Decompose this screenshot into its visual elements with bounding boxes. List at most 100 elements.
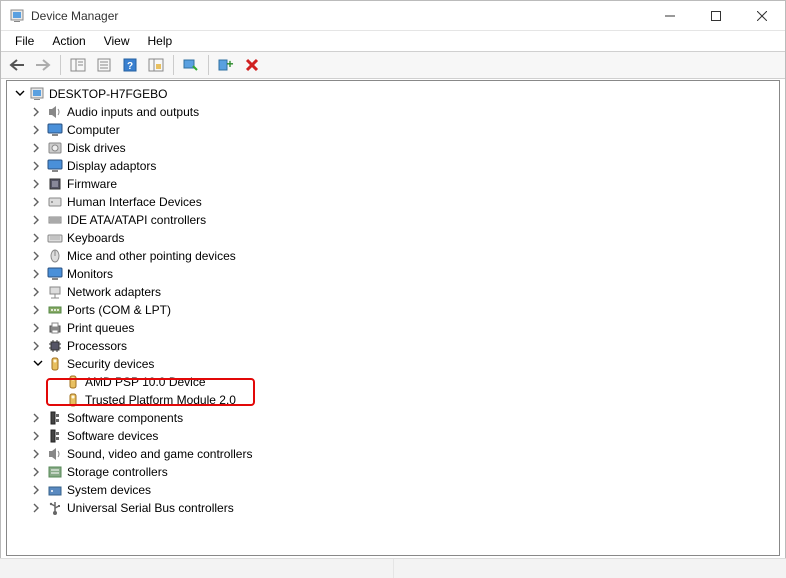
expand-toggle-icon[interactable] <box>31 105 45 119</box>
tree-category-label: Network adapters <box>67 285 161 299</box>
tree-root-label: DESKTOP-H7FGEBO <box>49 87 167 101</box>
tree-category[interactable]: Software devices <box>7 427 779 445</box>
tree-category[interactable]: Storage controllers <box>7 463 779 481</box>
port-icon <box>47 302 63 318</box>
minimize-button[interactable] <box>647 1 693 31</box>
tree-category[interactable]: Monitors <box>7 265 779 283</box>
ide-icon <box>47 212 63 228</box>
show-hide-tree-button[interactable] <box>66 54 90 76</box>
expand-toggle-icon[interactable] <box>31 213 45 227</box>
svg-text:+: + <box>226 58 233 71</box>
tree-category-label: Display adaptors <box>67 159 156 173</box>
titlebar: Device Manager <box>1 1 785 31</box>
tree-category-label: Sound, video and game controllers <box>67 447 252 461</box>
tree-category-label: Universal Serial Bus controllers <box>67 501 234 515</box>
maximize-button[interactable] <box>693 1 739 31</box>
network-icon <box>47 284 63 300</box>
expand-toggle-icon[interactable] <box>31 195 45 209</box>
menu-file[interactable]: File <box>7 32 42 50</box>
tree-category[interactable]: Human Interface Devices <box>7 193 779 211</box>
expand-toggle-icon[interactable] <box>31 429 45 443</box>
tree-category-label: Keyboards <box>67 231 124 245</box>
expand-toggle-icon[interactable] <box>31 411 45 425</box>
tree-category-label: Firmware <box>67 177 117 191</box>
menu-help[interactable]: Help <box>140 32 181 50</box>
keyboard-icon <box>47 230 63 246</box>
mouse-icon <box>47 248 63 264</box>
add-legacy-button[interactable]: + <box>214 54 238 76</box>
storage-icon <box>47 464 63 480</box>
expand-toggle-icon[interactable] <box>31 285 45 299</box>
monitor-icon <box>47 158 63 174</box>
statusbar <box>0 558 786 578</box>
action-button[interactable] <box>144 54 168 76</box>
expand-toggle-icon[interactable] <box>13 87 27 101</box>
expand-toggle-icon[interactable] <box>31 249 45 263</box>
app-icon <box>9 8 25 24</box>
close-button[interactable] <box>739 1 785 31</box>
chip-icon <box>47 176 63 192</box>
scan-hardware-button[interactable] <box>179 54 203 76</box>
expand-toggle-icon[interactable] <box>31 465 45 479</box>
expand-toggle-icon[interactable] <box>31 159 45 173</box>
tree-category-label: Software devices <box>67 429 158 443</box>
cpu-icon <box>47 338 63 354</box>
security-icon <box>65 392 81 408</box>
menu-action[interactable]: Action <box>44 32 93 50</box>
component-icon <box>47 428 63 444</box>
tree-category[interactable]: Audio inputs and outputs <box>7 103 779 121</box>
device-tree[interactable]: DESKTOP-H7FGEBO Audio inputs and outputs… <box>6 80 780 556</box>
tree-category[interactable]: Security devices <box>7 355 779 373</box>
forward-button[interactable] <box>31 54 55 76</box>
expand-toggle-icon[interactable] <box>31 231 45 245</box>
properties-button[interactable] <box>92 54 116 76</box>
tree-category-label: Software components <box>67 411 183 425</box>
tree-category[interactable]: Network adapters <box>7 283 779 301</box>
disk-icon <box>47 140 63 156</box>
tree-device-label: Trusted Platform Module 2.0 <box>85 393 236 407</box>
tree-category[interactable]: Display adaptors <box>7 157 779 175</box>
tree-category[interactable]: Universal Serial Bus controllers <box>7 499 779 517</box>
expand-toggle-icon[interactable] <box>31 339 45 353</box>
expand-toggle-icon[interactable] <box>31 357 45 371</box>
expand-toggle-icon[interactable] <box>31 303 45 317</box>
tree-category[interactable]: Software components <box>7 409 779 427</box>
printer-icon <box>47 320 63 336</box>
help-button[interactable]: ? <box>118 54 142 76</box>
tree-device[interactable]: Trusted Platform Module 2.0 <box>7 391 779 409</box>
toolbar: ? + <box>1 51 785 79</box>
tree-category[interactable]: Processors <box>7 337 779 355</box>
tree-category[interactable]: IDE ATA/ATAPI controllers <box>7 211 779 229</box>
menu-view[interactable]: View <box>96 32 138 50</box>
system-icon <box>47 482 63 498</box>
expand-toggle-icon[interactable] <box>31 501 45 515</box>
expand-toggle-icon[interactable] <box>31 141 45 155</box>
tree-device[interactable]: AMD PSP 10.0 Device <box>7 373 779 391</box>
component-icon <box>47 410 63 426</box>
tree-category-label: Human Interface Devices <box>67 195 202 209</box>
expand-toggle-icon[interactable] <box>31 267 45 281</box>
tree-category-label: IDE ATA/ATAPI controllers <box>67 213 206 227</box>
tree-category[interactable]: Ports (COM & LPT) <box>7 301 779 319</box>
tree-category[interactable]: Sound, video and game controllers <box>7 445 779 463</box>
back-button[interactable] <box>5 54 29 76</box>
expand-toggle-icon[interactable] <box>31 123 45 137</box>
tree-category[interactable]: Print queues <box>7 319 779 337</box>
window-controls <box>647 1 785 30</box>
menubar: File Action View Help <box>1 31 785 51</box>
tree-category-label: Audio inputs and outputs <box>67 105 199 119</box>
expand-toggle-icon[interactable] <box>31 177 45 191</box>
expand-toggle-icon[interactable] <box>31 321 45 335</box>
tree-root[interactable]: DESKTOP-H7FGEBO <box>7 85 779 103</box>
tree-category[interactable]: Disk drives <box>7 139 779 157</box>
expand-toggle-icon[interactable] <box>31 447 45 461</box>
expand-toggle-icon[interactable] <box>31 483 45 497</box>
usb-icon <box>47 500 63 516</box>
tree-category-label: Processors <box>67 339 127 353</box>
tree-category[interactable]: System devices <box>7 481 779 499</box>
uninstall-button[interactable] <box>240 54 264 76</box>
tree-category[interactable]: Keyboards <box>7 229 779 247</box>
tree-category[interactable]: Firmware <box>7 175 779 193</box>
tree-category[interactable]: Computer <box>7 121 779 139</box>
tree-category[interactable]: Mice and other pointing devices <box>7 247 779 265</box>
